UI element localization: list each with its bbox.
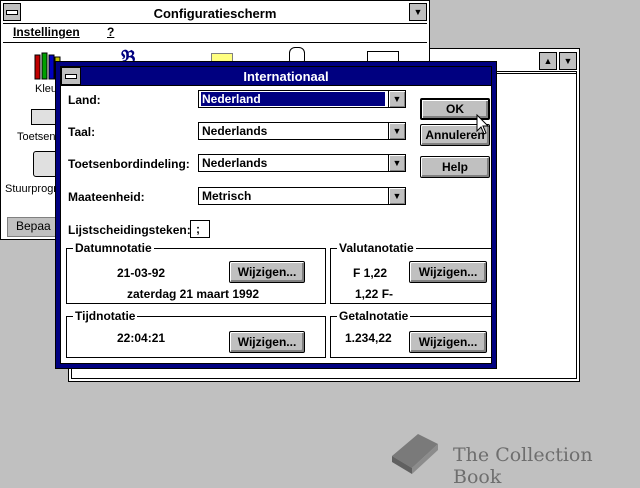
maateenheid-dropdown-arrow-icon[interactable]: ▼ xyxy=(388,188,405,204)
land-dropdown-arrow-icon[interactable]: ▼ xyxy=(388,91,405,107)
lijstscheidingsteken-label-text: Lijstscheidingsteken: xyxy=(68,223,191,237)
dialog-system-menu-button[interactable] xyxy=(61,67,81,85)
land-value: Nederland xyxy=(200,91,386,107)
getalnotatie-title: Getalnotatie xyxy=(337,309,411,323)
maateenheid-label-text: Maateenheid: xyxy=(68,190,145,204)
getal-wijzigen-label: Wijzigen... xyxy=(418,335,478,349)
dropdown-arrow-icon[interactable]: ▼ xyxy=(559,52,577,70)
watermark-text: The Collection Book xyxy=(453,444,593,488)
datum-wijzigen-label: Wijzigen... xyxy=(237,265,297,279)
menu-instellingen-label: Instellingen xyxy=(13,25,80,39)
datum-wijzigen-button[interactable]: Wijzigen... xyxy=(229,261,305,283)
getal-value: 1.234,22 xyxy=(345,331,392,345)
mouse-icon[interactable] xyxy=(289,47,305,63)
taal-dropdown-arrow-icon[interactable]: ▼ xyxy=(388,123,405,139)
status-text: Bepaa xyxy=(16,219,51,233)
valutanotatie-group: Valutanotatie F 1,22 1,22 F- Wijzigen... xyxy=(330,241,492,304)
datumnotatie-title: Datumnotatie xyxy=(73,241,154,255)
menu-help-label: ? xyxy=(107,25,115,39)
valuta-wijzigen-button[interactable]: Wijzigen... xyxy=(409,261,487,283)
getalnotatie-group: Getalnotatie 1.234,22 Wijzigen... xyxy=(330,309,492,358)
valutanotatie-title: Valutanotatie xyxy=(337,241,416,255)
taal-value: Nederlands xyxy=(202,124,268,138)
book-logo-icon xyxy=(392,434,438,474)
control-panel-titlebar[interactable]: Configuratiescherm ▼ xyxy=(3,3,427,24)
system-menu-icon xyxy=(65,73,77,79)
ok-label: OK xyxy=(446,102,464,116)
international-dialog: Internationaal Land: Nederland ▼ Taal: N… xyxy=(56,62,496,368)
getal-wijzigen-button[interactable]: Wijzigen... xyxy=(409,331,487,353)
maateenheid-label: Maateenheid: xyxy=(68,190,145,204)
maximize-button[interactable]: ▼ xyxy=(409,3,427,21)
datumnotatie-group: Datumnotatie 21-03-92 zaterdag 21 maart … xyxy=(66,241,326,304)
maateenheid-value: Metrisch xyxy=(202,189,252,203)
mouse-cursor-icon xyxy=(476,114,490,135)
icon-label-toetsenbord: Toetsen xyxy=(17,131,56,143)
taal-label: Taal: xyxy=(68,125,95,139)
datum-long-value: zaterdag 21 maart 1992 xyxy=(127,287,260,301)
menu-help[interactable]: ? xyxy=(107,25,114,39)
toetsenbord-value: Nederlands xyxy=(202,156,268,170)
icon-label-stuurprogrammas: Stuurprogra xyxy=(5,183,64,195)
toetsenbord-label-text: Toetsenbordindeling: xyxy=(68,157,190,171)
valuta-negative-value: 1,22 F- xyxy=(355,287,394,301)
scroll-up-arrow[interactable]: ▲ xyxy=(539,52,557,70)
toetsenbord-dropdown-arrow-icon[interactable]: ▼ xyxy=(388,155,405,171)
lijstscheidingsteken-input[interactable]: ; xyxy=(190,220,210,238)
control-panel-title: Configuratiescherm xyxy=(153,6,277,21)
tijd-value: 22:04:21 xyxy=(117,331,166,345)
icon-label-kleur: Kleu xyxy=(35,83,58,95)
help-label: Help xyxy=(441,160,468,174)
valuta-positive-value: F 1,22 xyxy=(353,266,388,280)
tijdnotatie-group: Tijdnotatie 22:04:21 Wijzigen... xyxy=(66,309,326,358)
lijstscheidingsteken-label: Lijstscheidingsteken: xyxy=(68,223,191,237)
dialog-title: Internationaal xyxy=(243,69,329,84)
control-panel-menubar: Instellingen ? xyxy=(3,24,427,43)
datum-short-value: 21-03-92 xyxy=(117,266,166,280)
dialog-titlebar[interactable]: Internationaal xyxy=(61,67,491,86)
taal-label-text: Taal: xyxy=(68,125,96,139)
taal-select[interactable]: Nederlands ▼ xyxy=(198,122,406,140)
menu-instellingen[interactable]: Instellingen xyxy=(13,25,80,39)
tijd-wijzigen-button[interactable]: Wijzigen... xyxy=(229,331,305,353)
tijdnotatie-title: Tijdnotatie xyxy=(73,309,138,323)
valuta-wijzigen-label: Wijzigen... xyxy=(418,265,478,279)
land-label: Land: xyxy=(68,93,101,107)
maateenheid-select[interactable]: Metrisch ▼ xyxy=(198,187,406,205)
toetsenbord-select[interactable]: Nederlands ▼ xyxy=(198,154,406,172)
land-label-text: Land: xyxy=(68,93,101,107)
help-button[interactable]: Help xyxy=(420,156,490,178)
lijstscheidingsteken-value: ; xyxy=(196,222,200,236)
land-select[interactable]: Nederland ▼ xyxy=(198,90,406,108)
toetsenbord-label: Toetsenbordindeling: xyxy=(68,157,190,171)
tijd-wijzigen-label: Wijzigen... xyxy=(237,335,297,349)
